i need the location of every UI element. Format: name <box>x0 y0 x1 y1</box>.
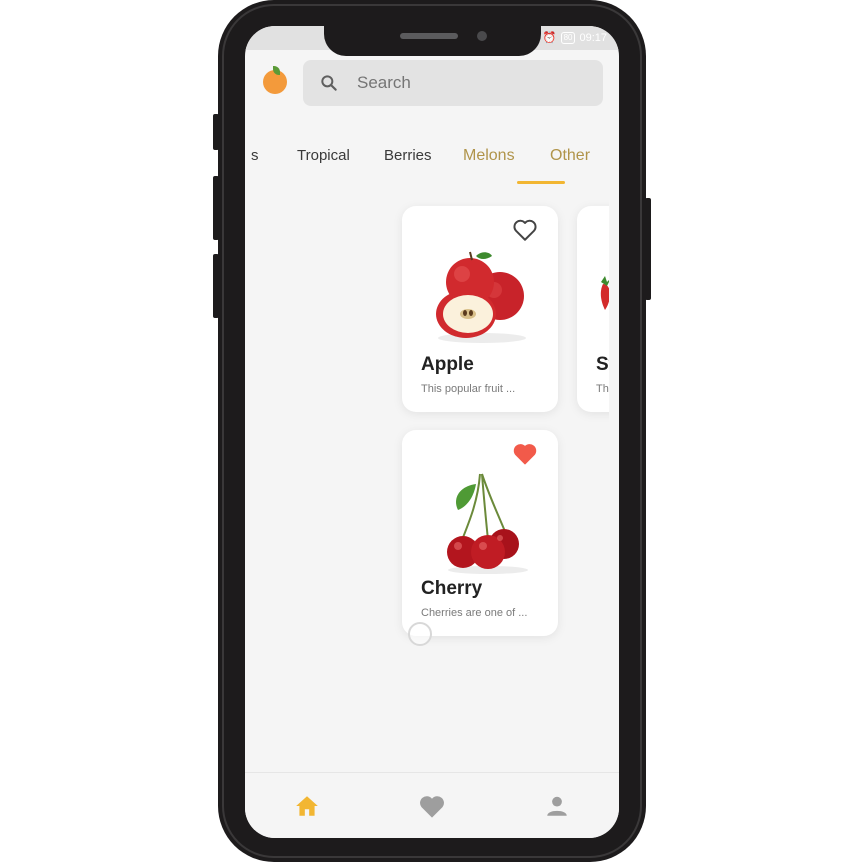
tab-berries[interactable]: Berries <box>384 147 432 164</box>
card-description: Cherries are one of ... <box>421 607 528 619</box>
bottom-navigation <box>245 772 619 838</box>
search-input[interactable] <box>355 72 579 94</box>
search-icon <box>321 75 337 91</box>
status-time: 09:17 <box>579 31 607 44</box>
earpiece-speaker <box>400 33 458 39</box>
fruit-card-apple[interactable]: Apple This popular fruit ... <box>402 206 558 412</box>
status-indicators: ⏰ 80 09:17 <box>543 31 607 44</box>
card-title: Cherry <box>421 578 483 599</box>
heart-filled-icon[interactable] <box>512 442 538 466</box>
card-description: This popular fruit ... <box>421 383 516 395</box>
mute-switch <box>213 114 219 150</box>
app-screen: ⏰ 80 09:17 s Tropical Berries Melons Oth… <box>245 26 619 838</box>
alarm-icon: ⏰ <box>542 32 557 44</box>
tab-melons[interactable]: Melons <box>463 147 515 165</box>
heart-outline-icon[interactable] <box>512 218 538 242</box>
apple-image <box>436 251 526 343</box>
battery-indicator: 80 <box>560 31 576 44</box>
scroll-mask <box>609 196 619 426</box>
touch-ripple <box>408 622 432 646</box>
heart-icon[interactable] <box>418 793 446 819</box>
tab-other[interactable]: Other <box>550 147 590 165</box>
home-icon[interactable] <box>293 793 321 819</box>
active-tab-indicator <box>517 181 565 184</box>
tab-partial[interactable]: s <box>251 147 259 164</box>
search-bar[interactable] <box>303 60 603 106</box>
power-button <box>645 198 651 300</box>
card-title: Apple <box>421 354 474 375</box>
front-camera <box>477 31 487 41</box>
volume-up-button <box>213 176 219 240</box>
tab-tropical[interactable]: Tropical <box>297 147 350 164</box>
card-description: Th <box>596 383 609 395</box>
person-icon[interactable] <box>543 793 571 819</box>
volume-down-button <box>213 254 219 318</box>
cherry-image <box>447 473 528 574</box>
fruit-card-cherry[interactable]: Cherry Cherries are one of ... <box>402 430 558 636</box>
